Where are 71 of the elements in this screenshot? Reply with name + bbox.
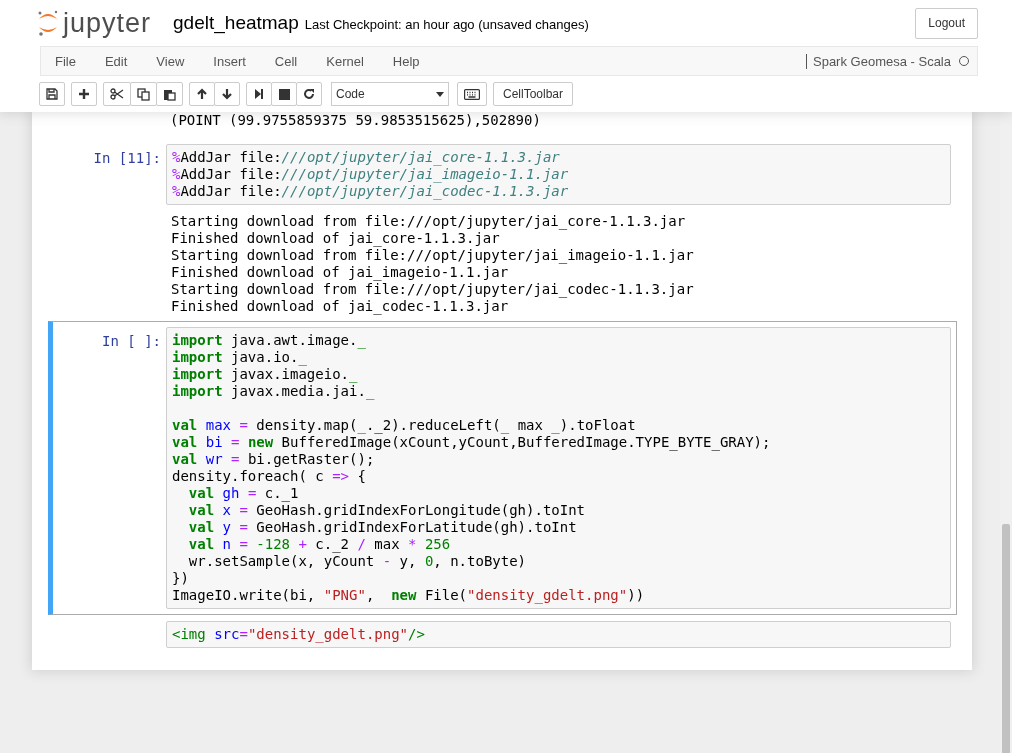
restart-button[interactable] [296, 82, 322, 106]
menu-item[interactable]: Kernel [326, 53, 364, 69]
arrow-up-icon [196, 88, 208, 100]
copy-icon [137, 87, 150, 101]
code-line: val x = GeoHash.gridIndexForLongitude(gh).toInt [187, 502, 587, 519]
save-icon [46, 88, 58, 100]
code-line: %AddJar file:///opt/jupyter/jai_core-1.1.3.jar [172, 149, 561, 166]
code-line: val gh = c._1 [187, 485, 300, 502]
stop-button[interactable] [271, 82, 297, 106]
code-input[interactable]: %AddJar file:///opt/jupyter/jai_core-1.1.3.jar %AddJar file:///opt/jupyter/jai_imageio-1.1.jar %AddJar file:///opt/jupyter/jai_codec-1.1.3.jar [166, 144, 951, 205]
output-text: (POINT (99.9755859375 59.9853515625),502890) [170, 112, 542, 129]
code-line: import javax.imageio._ [172, 366, 359, 383]
menu-item[interactable]: Insert [213, 53, 246, 69]
code-line: ImageIO.write(bi, "PNG", new File("density_gdelt.png")) [172, 587, 646, 604]
menu-item[interactable]: Edit [104, 53, 128, 69]
save-button[interactable] [39, 82, 65, 106]
kernel-name: Spark Geomesa - Scala [806, 53, 951, 69]
code-line: wr.setSample(x, yCount - y, 0, n.toByte) [187, 553, 528, 570]
code-line: import java.awt.image._ [172, 332, 367, 349]
output-line: Finished download of jai_core-1.1.3.jar [171, 230, 501, 247]
code-line: %AddJar file:///opt/jupyter/jai_imageio-1.1.jar [172, 166, 570, 183]
jupyter-logo[interactable]: jupyter [37, 9, 152, 37]
code-input[interactable]: <img src="density_gdelt.png"/> [166, 621, 951, 648]
move-down-button[interactable] [214, 82, 240, 106]
code-line: val bi = new BufferedImage(xCount,yCount,BufferedImage.TYPE_BYTE_GRAY); [172, 434, 772, 451]
run-button[interactable] [246, 82, 272, 106]
notebook-cell[interactable]: <img src="density_gdelt.png"/> [48, 615, 957, 654]
output-line: Starting download from file:///opt/jupyter/jai_codec-1.1.3.jar [171, 281, 695, 298]
copy-button[interactable] [130, 82, 157, 106]
stop-icon [278, 88, 290, 100]
code-line: <img src="density_gdelt.png"/> [172, 626, 426, 643]
keyboard-icon [464, 88, 480, 100]
move-up-button[interactable] [189, 82, 215, 106]
paste-icon [163, 87, 176, 101]
menu-item[interactable]: Help [392, 53, 420, 69]
notebook-name[interactable]: gdelt_heatmap [173, 12, 299, 34]
cut-button[interactable] [103, 82, 131, 106]
output-line: Starting download from file:///opt/jupyter/jai_imageio-1.1.jar [171, 247, 695, 264]
restart-icon [303, 88, 315, 100]
output-line: Starting download from file:///opt/jupyter/jai_core-1.1.3.jar [171, 213, 687, 230]
input-prompt: In [11]: [93, 150, 161, 166]
paste-button[interactable] [156, 82, 183, 106]
command-palette-button[interactable] [457, 82, 487, 106]
input-prompt: In [ ]: [102, 333, 161, 349]
insert-cell-button[interactable] [71, 82, 97, 106]
caret-icon [436, 91, 444, 97]
code-line: }) [172, 570, 190, 587]
code-line: val y = GeoHash.gridIndexForLatitude(gh).toInt [187, 519, 578, 536]
code-line: import java.io._ [172, 349, 308, 366]
cell-type-select[interactable]: Code [331, 82, 449, 106]
menu-item[interactable]: File [55, 53, 76, 69]
logout-button[interactable]: Logout [915, 7, 978, 39]
code-line: val wr = bi.getRaster(); [172, 451, 376, 468]
checkpoint-status: Last Checkpoint: an hour ago (unsaved changes) [304, 17, 589, 32]
code-line: val n = -128 + c._2 / max * 256 [187, 536, 452, 553]
step-forward-icon [254, 88, 264, 100]
menu-item[interactable]: View [156, 53, 185, 69]
notebook-cell[interactable] [48, 321, 957, 615]
menu-item[interactable]: Cell [274, 53, 298, 69]
code-line: val max = density.map(_._2).reduceLeft(_ max _).toFloat [172, 417, 637, 434]
scissors-icon [110, 88, 124, 100]
code-line: %AddJar file:///opt/jupyter/jai_codec-1.1.3.jar [172, 183, 570, 200]
code-line: density.foreach( c => { [172, 468, 367, 485]
code-line: import javax.media.jai._ [172, 383, 376, 400]
plus-icon [78, 88, 90, 100]
output-line: Finished download of jai_codec-1.1.3.jar [171, 298, 510, 315]
output-line: Finished download of jai_imageio-1.1.jar [171, 264, 510, 281]
celltoolbar-button[interactable]: CellToolbar [493, 82, 574, 106]
arrow-down-icon [221, 88, 233, 100]
code-input[interactable] [166, 327, 951, 609]
scrollbar-thumb[interactable] [1002, 524, 1010, 753]
